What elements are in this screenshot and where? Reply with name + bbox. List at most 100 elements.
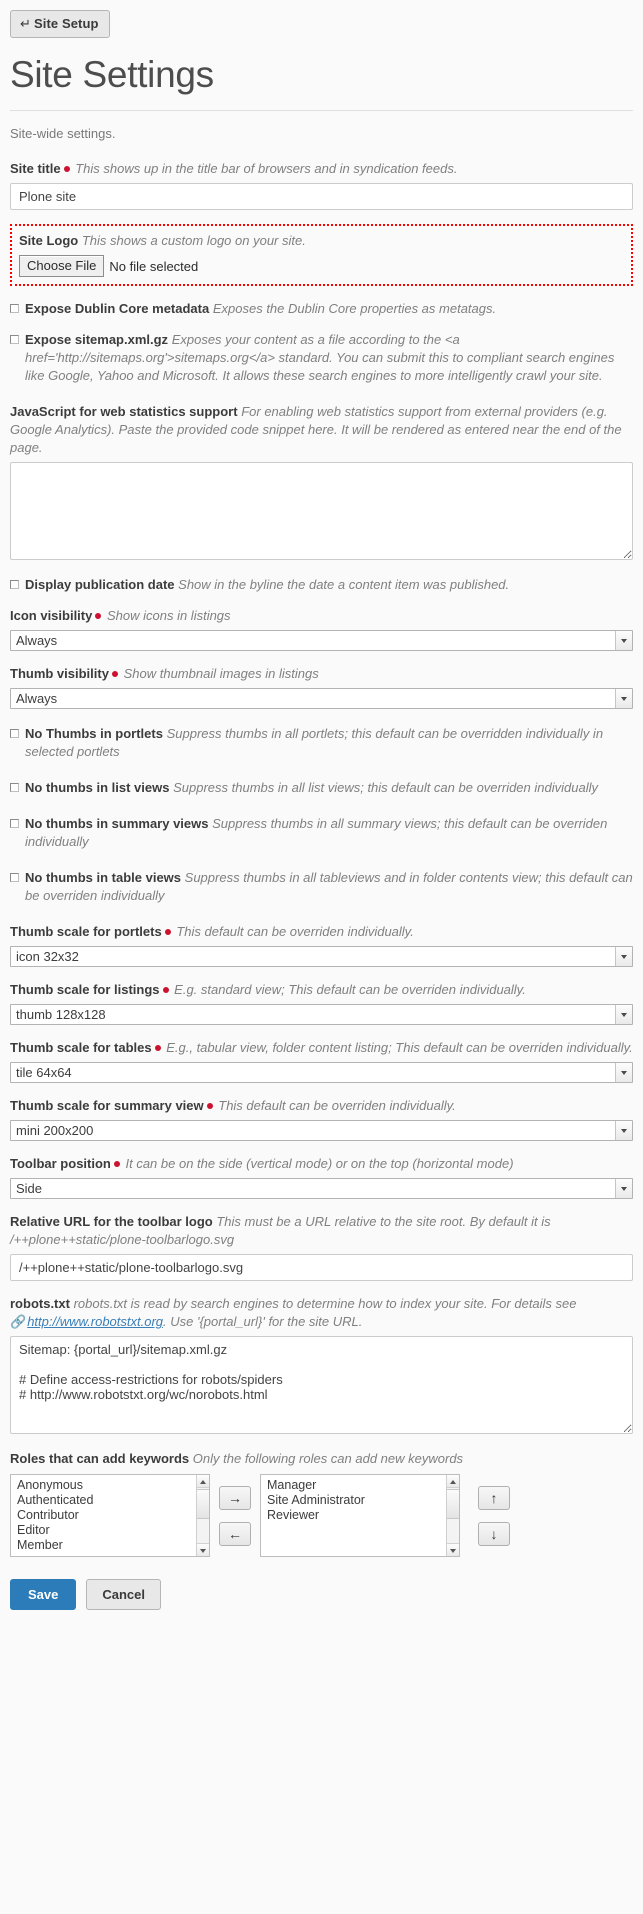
- required-dot-icon: [95, 612, 102, 619]
- keyword-roles-label: Roles that can add keywords: [10, 1451, 190, 1466]
- toolbar-logo-label: Relative URL for the toolbar logo: [10, 1214, 213, 1229]
- form-actions: Save Cancel: [10, 1579, 633, 1610]
- field-thumb-scale-listings: Thumb scale for listings E.g. standard v…: [10, 981, 633, 1025]
- checkbox-no-thumbs-summary[interactable]: [10, 819, 19, 828]
- field-no-thumbs-lists[interactable]: No thumbs in list views Suppress thumbs …: [10, 779, 633, 797]
- icon-visibility-hint: Show icons in listings: [106, 608, 231, 623]
- checkbox-no-thumbs-portlets[interactable]: [10, 729, 19, 738]
- thumb-scale-listings-hint: E.g. standard view; This default can be …: [174, 982, 526, 997]
- icon-visibility-select[interactable]: Always: [10, 630, 633, 651]
- site-setup-back-button-wrap: ↵ Site Setup: [10, 10, 633, 38]
- site-logo-file-row: Choose File No file selected: [19, 255, 625, 277]
- thumb-scale-summary-select[interactable]: mini 200x200: [10, 1120, 633, 1141]
- field-thumb-visibility: Thumb visibility Show thumbnail images i…: [10, 665, 633, 709]
- remove-role-button[interactable]: ←: [219, 1521, 251, 1546]
- checkbox-expose-dublin-core[interactable]: [10, 304, 19, 313]
- checkbox-expose-sitemap[interactable]: [10, 335, 19, 344]
- list-item[interactable]: Member: [11, 1538, 209, 1553]
- field-expose-dublin-core[interactable]: Expose Dublin Core metadata Exposes the …: [10, 300, 633, 318]
- site-title-input[interactable]: [10, 183, 633, 210]
- thumb-scale-tables-label-row: Thumb scale for tables E.g., tabular vie…: [10, 1039, 633, 1057]
- available-roles-listbox[interactable]: Anonymous Authenticated Contributor Edit…: [10, 1474, 210, 1557]
- list-item[interactable]: Authenticated: [11, 1493, 209, 1508]
- field-expose-sitemap[interactable]: Expose sitemap.xml.gz Exposes your conte…: [10, 331, 633, 385]
- available-roles-scrollbar[interactable]: [196, 1475, 209, 1556]
- toolbar-position-select[interactable]: Side: [10, 1178, 633, 1199]
- list-item[interactable]: Contributor: [11, 1508, 209, 1523]
- toolbar-logo-label-row: Relative URL for the toolbar logo This m…: [10, 1213, 633, 1249]
- no-thumbs-lists-text: No thumbs in list views Suppress thumbs …: [25, 779, 633, 797]
- thumb-visibility-label-row: Thumb visibility Show thumbnail images i…: [10, 665, 633, 683]
- thumb-visibility-select[interactable]: Always: [10, 688, 633, 709]
- expose-sitemap-text: Expose sitemap.xml.gz Exposes your conte…: [25, 331, 633, 385]
- list-item[interactable]: Site Administrator: [261, 1493, 459, 1508]
- site-logo-label: Site Logo: [19, 233, 79, 248]
- site-logo-hint: This shows a custom logo on your site.: [81, 233, 306, 248]
- thumb-scale-tables-select[interactable]: tile 64x64: [10, 1062, 633, 1083]
- checkbox-display-publication-date[interactable]: [10, 580, 19, 589]
- robots-txt-label-row: robots.txt robots.txt is read by search …: [10, 1295, 633, 1331]
- available-roles-list: Anonymous Authenticated Contributor Edit…: [11, 1478, 209, 1553]
- add-role-button[interactable]: →: [219, 1485, 251, 1510]
- expose-sitemap-label: Expose sitemap.xml.gz: [25, 332, 169, 347]
- field-no-thumbs-portlets[interactable]: No Thumbs in portlets Suppress thumbs in…: [10, 725, 633, 761]
- selected-roles-list: Manager Site Administrator Reviewer: [261, 1478, 459, 1523]
- thumb-scale-listings-label: Thumb scale for listings: [10, 982, 160, 997]
- display-publication-date-text: Display publication date Show in the byl…: [25, 576, 633, 594]
- scroll-down-icon[interactable]: [197, 1543, 209, 1556]
- site-setup-back-label: Site Setup: [34, 16, 99, 31]
- field-thumb-scale-portlets: Thumb scale for portlets This default ca…: [10, 923, 633, 967]
- field-no-thumbs-tables[interactable]: No thumbs in table views Suppress thumbs…: [10, 869, 633, 905]
- expose-dublin-core-text: Expose Dublin Core metadata Exposes the …: [25, 300, 633, 318]
- toolbar-logo-input[interactable]: [10, 1254, 633, 1281]
- no-file-selected-text: No file selected: [109, 258, 199, 274]
- site-setup-back-button[interactable]: ↵ Site Setup: [10, 10, 110, 38]
- robots-txt-textarea[interactable]: Sitemap: {portal_url}/sitemap.xml.gz # D…: [10, 1336, 633, 1434]
- scrollbar-thumb[interactable]: [197, 1489, 209, 1519]
- thumb-scale-listings-select[interactable]: thumb 128x128: [10, 1004, 633, 1025]
- list-item[interactable]: Reviewer: [261, 1508, 459, 1523]
- thumb-scale-portlets-hint: This default can be overriden individual…: [176, 924, 414, 939]
- scroll-up-icon[interactable]: [197, 1475, 209, 1488]
- webstats-textarea[interactable]: [10, 462, 633, 560]
- move-up-button[interactable]: ↑: [478, 1485, 510, 1510]
- selected-roles-listbox[interactable]: Manager Site Administrator Reviewer: [260, 1474, 460, 1557]
- page-description: Site-wide settings.: [10, 126, 116, 141]
- thumb-scale-summary-select-wrap: mini 200x200: [10, 1120, 633, 1141]
- required-dot-icon: [206, 1102, 213, 1109]
- field-site-logo: Site Logo This shows a custom logo on yo…: [10, 224, 633, 286]
- selected-roles-scrollbar[interactable]: [446, 1475, 459, 1556]
- choose-file-button[interactable]: Choose File: [19, 255, 105, 277]
- no-thumbs-portlets-text: No Thumbs in portlets Suppress thumbs in…: [25, 725, 633, 761]
- list-item[interactable]: Manager: [261, 1478, 459, 1493]
- thumb-scale-portlets-select-wrap: icon 32x32: [10, 946, 633, 967]
- scroll-down-icon[interactable]: [447, 1543, 459, 1556]
- site-title-label-row: Site title This shows up in the title ba…: [10, 160, 633, 178]
- reorder-buttons: ↑ ↓: [478, 1474, 510, 1557]
- field-no-thumbs-summary[interactable]: No thumbs in summary views Suppress thum…: [10, 815, 633, 851]
- list-item[interactable]: Anonymous: [11, 1478, 209, 1493]
- required-dot-icon: [154, 1044, 161, 1051]
- site-settings-page: ↵ Site Setup Site Settings Site-wide sett…: [0, 0, 643, 1610]
- field-webstats-js: JavaScript for web statistics support Fo…: [10, 403, 633, 560]
- list-item[interactable]: Editor: [11, 1523, 209, 1538]
- cancel-button[interactable]: Cancel: [86, 1579, 162, 1610]
- scrollbar-thumb[interactable]: [447, 1489, 459, 1519]
- checkbox-no-thumbs-lists[interactable]: [10, 783, 19, 792]
- display-publication-date-hint: Show in the byline the date a content it…: [178, 577, 510, 592]
- required-dot-icon: [162, 986, 169, 993]
- thumb-scale-portlets-select[interactable]: icon 32x32: [10, 946, 633, 967]
- field-keyword-roles: Roles that can add keywords Only the fol…: [10, 1450, 633, 1557]
- field-display-publication-date[interactable]: Display publication date Show in the byl…: [10, 576, 633, 594]
- scroll-up-icon[interactable]: [447, 1475, 459, 1488]
- checkbox-no-thumbs-tables[interactable]: [10, 873, 19, 882]
- back-arrow-icon: ↵: [20, 16, 31, 31]
- robotstxt-org-link[interactable]: http://www.robotstxt.org: [27, 1314, 163, 1329]
- thumb-scale-portlets-label-row: Thumb scale for portlets This default ca…: [10, 923, 633, 941]
- field-thumb-scale-summary: Thumb scale for summary view This defaul…: [10, 1097, 633, 1141]
- field-site-title: Site title This shows up in the title ba…: [10, 160, 633, 210]
- no-thumbs-tables-text: No thumbs in table views Suppress thumbs…: [25, 869, 633, 905]
- keyword-roles-picker: Anonymous Authenticated Contributor Edit…: [10, 1474, 633, 1557]
- move-down-button[interactable]: ↓: [478, 1521, 510, 1546]
- save-button[interactable]: Save: [10, 1579, 77, 1610]
